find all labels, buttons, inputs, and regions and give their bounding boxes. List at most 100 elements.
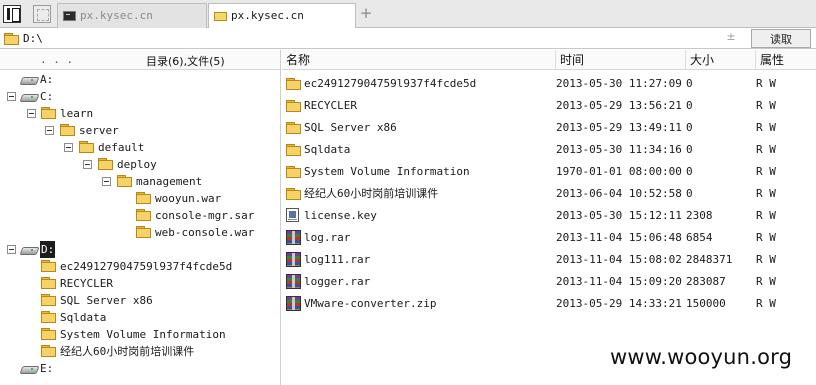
tree-item-label: learn	[60, 107, 94, 120]
tree-item[interactable]: server	[0, 122, 280, 139]
folder-icon	[41, 260, 57, 272]
file-row[interactable]: SQL Server x86 2013-05-29 13:49:11 0 R W	[282, 117, 816, 139]
file-attributes: R W	[756, 165, 776, 178]
terminal-icon	[63, 11, 76, 21]
tree-item[interactable]: Sqldata	[0, 309, 280, 326]
tree-item-label: D:	[40, 241, 56, 258]
parent-dir-link[interactable]: . . .	[40, 53, 73, 66]
read-button[interactable]: 读取	[751, 29, 811, 48]
file-name: System Volume Information	[304, 165, 470, 178]
collapse-toggle-icon[interactable]	[64, 143, 73, 152]
tree-item[interactable]: A:	[0, 71, 280, 88]
file-row[interactable]: VMware-converter.zip 2013-05-29 14:33:21 1…	[282, 293, 816, 315]
file-row[interactable]: RECYCLER 2013-05-29 13:56:21 0 R W	[282, 95, 816, 117]
rar-archive-icon	[286, 274, 301, 289]
file-row[interactable]: Sqldata 2013-05-30 11:34:16 0 R W	[282, 139, 816, 161]
drive-icon	[21, 91, 37, 101]
file-row[interactable]: logger.rar 2013-11-04 15:09:20 283087 R W	[282, 271, 816, 293]
file-time: 2013-05-30 15:12:11	[556, 209, 682, 222]
column-header-name[interactable]: 名称	[282, 50, 556, 70]
collapse-toggle-icon[interactable]	[102, 177, 111, 186]
file-size: 6854	[686, 231, 713, 244]
file-name: VMware-converter.zip	[304, 297, 437, 310]
tree-item[interactable]: ec249127904759l937f4fcde5d	[0, 258, 280, 275]
file-name: ec249127904759l937f4fcde5d	[304, 77, 477, 90]
tree-item[interactable]: default	[0, 139, 280, 156]
collapse-toggle-icon[interactable]	[7, 92, 16, 101]
tab-menu-button[interactable]	[33, 5, 51, 23]
file-attributes: R W	[756, 297, 776, 310]
file-time: 2013-05-29 13:56:21	[556, 99, 682, 112]
tree-item[interactable]: learn	[0, 105, 280, 122]
tree-item-label: C:	[40, 90, 54, 103]
tree-item[interactable]: C:	[0, 88, 280, 105]
tree-item-label: console-mgr.sar	[155, 209, 255, 222]
file-name: 经纪人60小时岗前培训课件	[304, 187, 439, 200]
tree-item-label: deploy	[117, 158, 157, 171]
tree-item[interactable]: System Volume Information	[0, 326, 280, 343]
tree-item[interactable]: D:	[0, 241, 280, 258]
tree-item-label: A:	[40, 73, 54, 86]
tree-item[interactable]: console-mgr.sar	[0, 207, 280, 224]
tree-item[interactable]: RECYCLER	[0, 275, 280, 292]
file-row[interactable]: license.key 2013-05-30 15:12:11 2308 R W	[282, 205, 816, 227]
tree-item-label: default	[98, 141, 145, 154]
new-tab-button[interactable]: +	[359, 5, 373, 21]
folder-icon	[214, 12, 227, 21]
tree-item[interactable]: SQL Server x86	[0, 292, 280, 309]
file-size: 0	[686, 165, 693, 178]
watermark-text: www.wooyun.org	[610, 345, 793, 369]
file-size: 150000	[686, 297, 726, 310]
file-row[interactable]: log111.rar 2013-11-04 15:08:02 2848371 R W	[282, 249, 816, 271]
folder-icon	[98, 158, 114, 170]
folder-icon	[4, 33, 20, 45]
file-name: logger.rar	[304, 275, 371, 288]
file-name: RECYCLER	[304, 99, 357, 112]
folder-icon	[286, 100, 302, 112]
file-attributes: R W	[756, 209, 776, 222]
tree-item[interactable]: management	[0, 173, 280, 190]
tree-item[interactable]: deploy	[0, 156, 280, 173]
file-row[interactable]: 经纪人60小时岗前培训课件 2013-06-04 10:52:58 0 R W	[282, 183, 816, 205]
column-header-time[interactable]: 时间	[556, 50, 686, 70]
tab-terminal[interactable]: px.kysec.cn	[57, 3, 207, 28]
file-row[interactable]: ec249127904759l937f4fcde5d 2013-05-30 11:…	[282, 73, 816, 95]
folder-icon	[286, 188, 302, 200]
panel-toggle-button[interactable]	[3, 5, 21, 23]
file-size: 2308	[686, 209, 713, 222]
key-file-icon	[286, 208, 299, 222]
tab-bar: px.kysec.cn px.kysec.cn +	[0, 0, 816, 29]
tree-header: . . . 目录(6),文件(5)	[0, 50, 280, 70]
file-row[interactable]: log.rar 2013-11-04 15:06:48 6854 R W	[282, 227, 816, 249]
collapse-toggle-icon[interactable]	[45, 126, 54, 135]
column-header-size[interactable]: 大小	[686, 50, 756, 70]
tree-item[interactable]: 经纪人60小时岗前培训课件	[0, 343, 280, 360]
file-list-header: 名称 时间 大小 属性	[282, 50, 816, 70]
collapse-toggle-icon[interactable]	[27, 109, 36, 118]
path-history-arrows[interactable]: ±	[722, 30, 740, 46]
collapse-toggle-icon[interactable]	[83, 160, 92, 169]
path-bar: ± 读取	[0, 28, 816, 49]
tree-item[interactable]: E:	[0, 360, 280, 377]
file-time: 2013-11-04 15:06:48	[556, 231, 682, 244]
path-input[interactable]	[20, 29, 742, 47]
column-header-attr[interactable]: 属性	[756, 50, 816, 70]
folder-icon	[41, 328, 57, 340]
tree-item-label: 经纪人60小时岗前培训课件	[60, 345, 195, 358]
file-attributes: R W	[756, 99, 776, 112]
file-attributes: R W	[756, 231, 776, 244]
file-row[interactable]: System Volume Information 1970-01-01 08:0…	[282, 161, 816, 183]
collapse-toggle-icon[interactable]	[7, 245, 16, 254]
tree-item[interactable]: wooyun.war	[0, 190, 280, 207]
folder-icon	[286, 166, 302, 178]
file-time: 2013-05-30 11:27:09	[556, 77, 682, 90]
file-size: 0	[686, 99, 693, 112]
file-time: 2013-11-04 15:09:20	[556, 275, 682, 288]
drive-icon	[21, 244, 37, 254]
file-attributes: R W	[756, 275, 776, 288]
folder-icon	[136, 192, 152, 204]
tree-item[interactable]: web-console.war	[0, 224, 280, 241]
folder-icon	[286, 78, 302, 90]
tab-file-manager[interactable]: px.kysec.cn	[208, 3, 356, 29]
tree-item-label: SQL Server x86	[60, 294, 153, 307]
